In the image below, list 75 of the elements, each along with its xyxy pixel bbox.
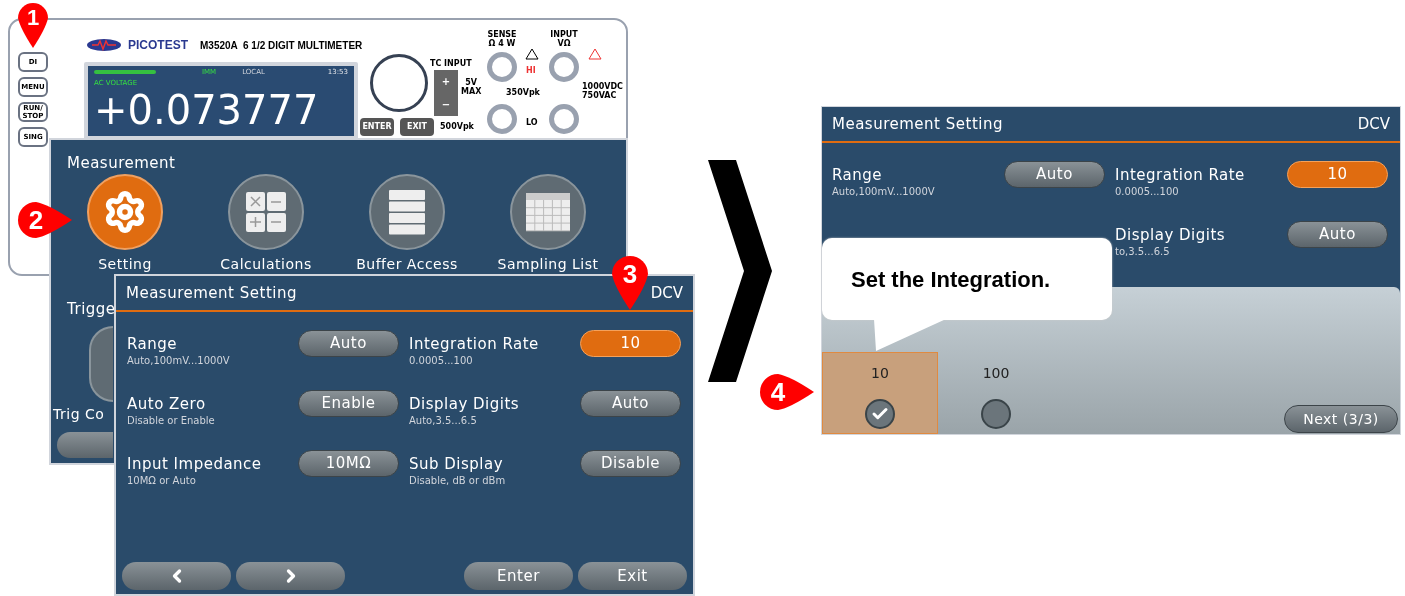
setting-value-button[interactable]: Auto [298, 330, 399, 357]
next-page-button[interactable]: Next (3/3) [1284, 405, 1398, 433]
step-marker: 1 [15, 0, 51, 48]
rotary-knob[interactable] [370, 54, 428, 112]
hi-label: HI [526, 66, 536, 76]
model-name: M3520A 6 1/2 DIGIT MULTIMETER [200, 38, 363, 53]
option-tile[interactable]: 100 [938, 352, 1054, 434]
window-title: Measurement Setting [832, 113, 1003, 135]
setting-value-button[interactable]: Disable [580, 450, 681, 477]
brand-name: PICOTEST [128, 37, 188, 54]
warning-icon [525, 48, 539, 60]
terminal-label: VΩ [557, 39, 571, 48]
setting-hint: Auto,3.5...6.5 [409, 414, 478, 428]
logo-icon [86, 38, 122, 52]
setting-label: Display Digits [409, 394, 520, 414]
chevron-arrow-icon [708, 160, 772, 382]
reading-value: +0.073777 [94, 88, 320, 132]
setting-label: Integration Rate [1115, 165, 1245, 185]
setting-hint: to,3.5...6.5 [1115, 245, 1171, 259]
rating-text: 750VAC [582, 91, 618, 100]
setting-value-button[interactable]: Auto [580, 390, 681, 417]
panel-key[interactable]: EXIT [400, 118, 434, 136]
menu-item-label[interactable]: Buffer Access [356, 254, 458, 275]
action-button[interactable]: Enter [464, 562, 573, 590]
panel-key[interactable]: ENTER [360, 118, 394, 136]
terminal-jack [487, 52, 517, 82]
rating-text: 1000VDC [582, 82, 623, 91]
setting-hint: 10MΩ or Auto [127, 474, 197, 488]
menu-item-label[interactable]: Setting [98, 254, 152, 275]
radio-icon [981, 399, 1011, 429]
setting-label: Sub Display [409, 454, 505, 474]
terminal-jack [549, 104, 579, 134]
menu-item-label[interactable]: Sampling List [497, 254, 599, 275]
next-button[interactable] [236, 562, 345, 590]
setting-hint: Disable, dB or dBm [409, 474, 506, 488]
warning-icon [588, 48, 602, 60]
setting-value-button[interactable]: Auto [1004, 161, 1105, 188]
setting-label: Display Digits [1115, 225, 1226, 245]
menu-item-label[interactable]: Trig Co [53, 404, 105, 425]
window-title: Measurement [67, 153, 176, 174]
window-title: Measurement Setting [126, 282, 297, 304]
setting-hint: Auto,100mV...1000V [832, 185, 935, 199]
signal-bar [94, 70, 156, 74]
setting-value-button[interactable]: Auto [1287, 221, 1388, 248]
lo-label: LO [526, 118, 538, 128]
section-label: Trigge [67, 299, 116, 320]
previous-button[interactable] [122, 562, 231, 590]
menu-item-label[interactable]: Calculations [220, 254, 312, 275]
mode-label: DCV [1357, 113, 1390, 135]
setting-hint: Auto,100mV...1000V [127, 354, 230, 368]
setting-hint: Disable or Enable [127, 414, 215, 428]
action-button[interactable]: Exit [578, 562, 687, 590]
rating-text: 500Vpk [440, 122, 474, 132]
terminal-label: INPUT [550, 30, 578, 39]
setting-hint: 0.0005...100 [409, 354, 474, 368]
nav-button[interactable] [57, 432, 113, 458]
terminal-jack [487, 104, 517, 134]
terminal-label: SENSE [487, 30, 517, 39]
terminal-label: Ω 4 W [488, 39, 516, 48]
setting-label: Range [127, 334, 179, 354]
setting-label: Integration Rate [409, 334, 539, 354]
setting-label: Range [832, 165, 884, 185]
tc-input-label: TC INPUT [430, 58, 472, 70]
setting-label: Auto Zero [127, 394, 207, 414]
rating-text: 350Vpk [506, 88, 540, 98]
setting-value-button[interactable]: 10MΩ [298, 450, 399, 477]
tc-input-socket: + − [434, 70, 458, 116]
mode-label: DCV [650, 282, 683, 304]
terminal-jack [549, 52, 579, 82]
setting-value-button[interactable]: Enable [298, 390, 399, 417]
check-icon [865, 399, 895, 429]
option-tile[interactable]: 10 [822, 352, 938, 434]
setting-hint: 0.0005...100 [1115, 185, 1180, 199]
setting-label: Input Impedance [127, 454, 262, 474]
rating-text: 5V MAX [461, 78, 482, 96]
